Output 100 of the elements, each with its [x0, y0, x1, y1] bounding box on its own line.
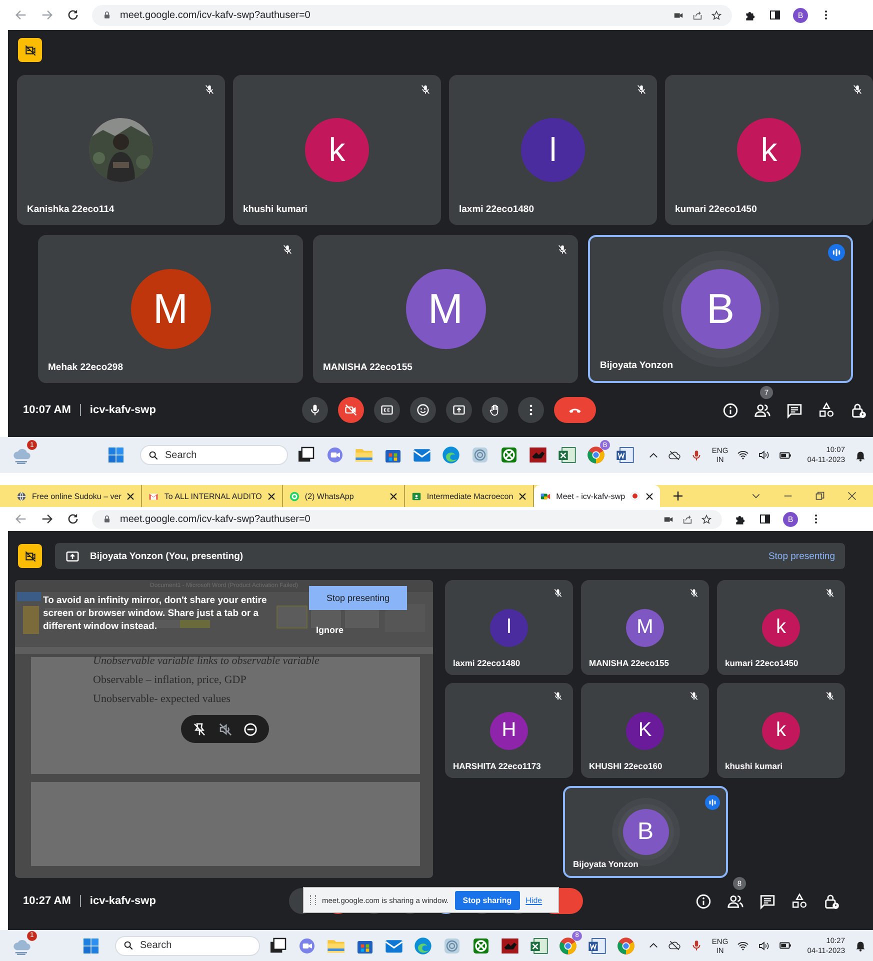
reload-icon[interactable]: [66, 8, 80, 22]
fingerprint-icon[interactable]: [442, 936, 462, 956]
profile-avatar[interactable]: B: [783, 512, 798, 526]
info-icon[interactable]: [695, 892, 712, 910]
xbox-icon[interactable]: [471, 936, 491, 956]
side-panel-icon[interactable]: [769, 9, 781, 21]
stop-presenting-button[interactable]: Stop presenting: [309, 586, 407, 610]
spreadsheet-icon[interactable]: [557, 445, 577, 465]
document-line: Unobservable variable links to observable variable: [93, 655, 320, 667]
chat-bubble-icon[interactable]: [325, 445, 345, 465]
fingerprint-icon[interactable]: [470, 445, 490, 465]
minus-circle-icon[interactable]: [243, 722, 258, 736]
close-icon[interactable]: [388, 492, 398, 500]
forward-icon[interactable]: [40, 512, 54, 526]
wifi-icon[interactable]: [737, 449, 750, 461]
avatar: l: [521, 118, 585, 182]
drag-handle[interactable]: [310, 895, 316, 905]
reload-icon[interactable]: [66, 512, 80, 526]
search-field[interactable]: Search: [115, 936, 260, 956]
wifi-icon[interactable]: [737, 940, 750, 952]
mute-icon[interactable]: [218, 722, 232, 736]
lock-icon[interactable]: [850, 402, 867, 418]
document-icon[interactable]: [615, 445, 635, 465]
close-icon[interactable]: [126, 492, 136, 500]
share-icon[interactable]: [692, 10, 703, 20]
shapes-icon[interactable]: [818, 402, 835, 418]
spreadsheet-icon[interactable]: [529, 936, 549, 956]
people-icon[interactable]: [727, 892, 744, 910]
ignore-button[interactable]: Ignore: [316, 625, 344, 635]
address-field[interactable]: meet.google.com/icv-kafv-swp?authuser=0: [92, 4, 732, 26]
chat-bubble-icon[interactable]: [297, 936, 317, 956]
chat-bubble-icon: [288, 490, 300, 502]
document-line: Unobservable- expected values: [93, 693, 232, 705]
close-icon[interactable]: [645, 492, 654, 500]
shapes-icon[interactable]: [791, 892, 808, 910]
pin-off-icon[interactable]: [192, 722, 207, 736]
close-icon[interactable]: [518, 492, 528, 500]
star-icon[interactable]: [701, 514, 712, 524]
profile-avatar[interactable]: B: [793, 8, 808, 22]
share-icon[interactable]: [682, 514, 693, 524]
avatar: l: [490, 608, 528, 646]
bell-icon[interactable]: [854, 448, 867, 462]
speaker-icon[interactable]: [758, 449, 770, 461]
restore-icon[interactable]: [815, 491, 825, 501]
avatar: k: [762, 608, 800, 646]
document-icon[interactable]: [587, 936, 607, 956]
lock-icon[interactable]: [823, 892, 840, 910]
participant-name: Mehak 22eco298: [48, 362, 123, 373]
more-options-button[interactable]: [518, 397, 544, 423]
speaker-icon[interactable]: [758, 940, 770, 952]
side-panel-icon[interactable]: [759, 513, 771, 525]
avatar: k: [305, 118, 369, 182]
captions-button[interactable]: [374, 397, 400, 423]
window-stack-icon[interactable]: [268, 936, 288, 956]
participant-name: khushi kumari: [243, 204, 308, 215]
cloud-off-icon[interactable]: [668, 448, 681, 462]
info-icon[interactable]: [722, 402, 739, 418]
chrome-icon[interactable]: [586, 445, 606, 465]
leave-call-button[interactable]: [554, 397, 596, 423]
avatar: k: [737, 118, 801, 182]
star-icon[interactable]: [711, 10, 722, 20]
address-field[interactable]: meet.google.com/icv-kafv-swp?authuser=0: [92, 510, 722, 528]
mirror-warning: To avoid an infinity mirror, don't share your entire screen or browser window. Share just a tab or a different window instead.: [43, 594, 268, 633]
chrome-icon[interactable]: [558, 936, 578, 956]
search-field[interactable]: Search: [140, 445, 288, 465]
windows-icon[interactable]: [107, 446, 125, 464]
present-button[interactable]: [446, 397, 472, 423]
browser-tab[interactable]: Meet - icv-kafv-swp: [534, 485, 660, 507]
emoji-button[interactable]: [410, 397, 436, 423]
close-icon[interactable]: [847, 491, 857, 501]
participant-name: kumari 22eco1450: [725, 658, 798, 668]
chrome-icon[interactable]: [616, 936, 636, 956]
raise-hand-button[interactable]: [482, 397, 508, 423]
cloud-off-icon[interactable]: [668, 939, 681, 952]
chat-icon[interactable]: [759, 892, 776, 910]
people-icon[interactable]: [754, 402, 771, 418]
mic-button[interactable]: [302, 397, 328, 423]
image-app-icon[interactable]: [528, 445, 548, 465]
avatar: M: [130, 269, 210, 349]
windows-icon[interactable]: [82, 936, 100, 954]
chat-icon[interactable]: [786, 402, 803, 418]
participant-name: laxmi 22eco1480: [453, 658, 520, 668]
swirl-icon[interactable]: [413, 936, 433, 956]
stop-presenting-link[interactable]: Stop presenting: [768, 550, 835, 562]
back-icon[interactable]: [14, 8, 28, 22]
camera-off-icon: [24, 550, 36, 562]
swirl-icon[interactable]: [441, 445, 461, 465]
back-icon[interactable]: [14, 512, 28, 526]
hide-link[interactable]: Hide: [526, 896, 542, 904]
stop-sharing-button[interactable]: Stop sharing: [454, 890, 520, 910]
close-icon[interactable]: [266, 492, 276, 500]
new-tab-icon[interactable]: [672, 490, 684, 502]
bell-icon[interactable]: [854, 939, 867, 952]
globe-icon: [16, 490, 27, 502]
chevron-down-icon[interactable]: [751, 491, 761, 501]
participant-name: HARSHITA 22eco1173: [453, 761, 541, 771]
xbox-icon[interactable]: [499, 445, 519, 465]
avatar: M: [406, 269, 486, 349]
camera-button[interactable]: [338, 397, 364, 423]
image-app-icon[interactable]: [500, 936, 520, 956]
